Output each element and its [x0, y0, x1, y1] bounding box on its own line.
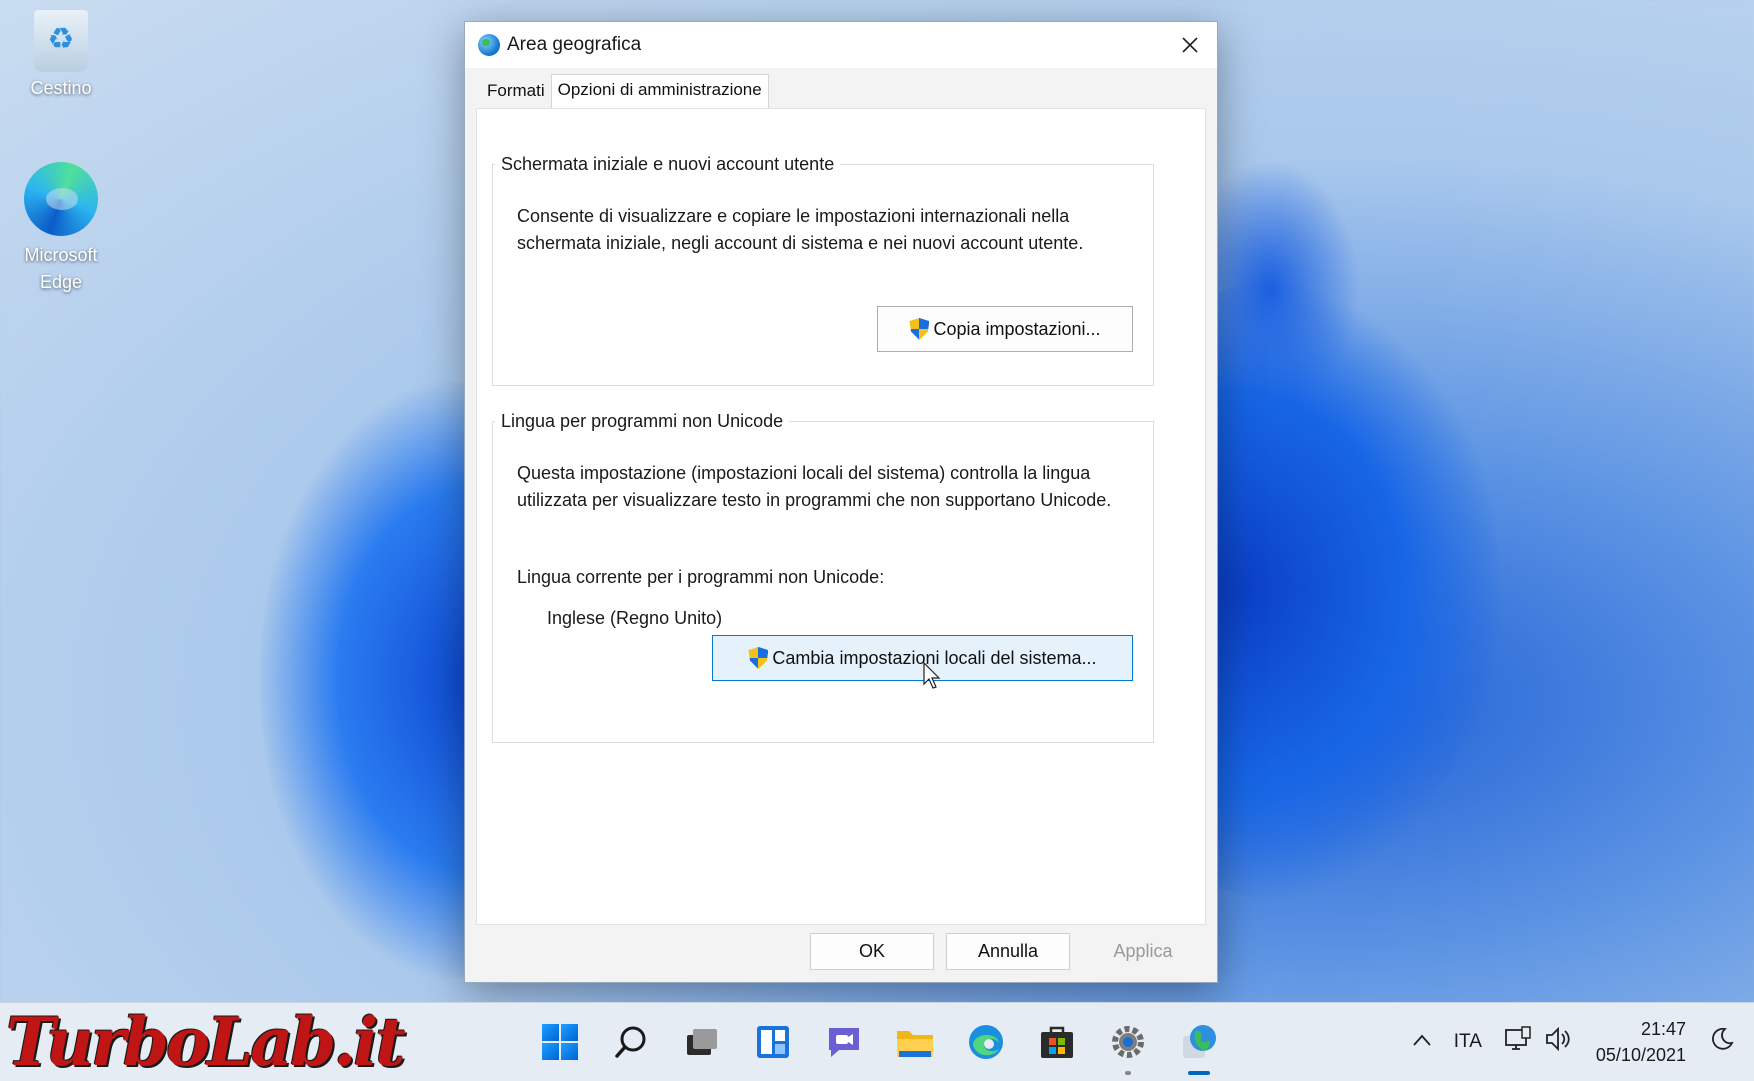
windows-logo-icon	[542, 1024, 578, 1060]
non-unicode-group: Lingua per programmi non Unicode Questa …	[492, 411, 1154, 743]
chat-button[interactable]	[819, 1017, 869, 1067]
task-view-button[interactable]	[677, 1017, 727, 1067]
moon-icon	[1712, 1027, 1734, 1050]
show-hidden-icons-button[interactable]	[1412, 1031, 1432, 1053]
button-label: Copia impostazioni...	[933, 318, 1101, 339]
region-control-panel-button[interactable]	[1174, 1017, 1224, 1075]
folder-icon	[897, 1031, 933, 1057]
file-explorer-button[interactable]	[890, 1017, 940, 1067]
group-legend: Lingua per programmi non Unicode	[501, 411, 784, 431]
close-button[interactable]	[1173, 28, 1207, 62]
dialog-title: Area geografica	[507, 34, 642, 55]
group-legend: Schermata iniziale e nuovi account utent…	[501, 154, 835, 174]
volume-button[interactable]	[1544, 1026, 1574, 1058]
taskbar: TurboLab.it ITA 21:47 05/10/2021	[0, 1002, 1754, 1081]
tab-formati[interactable]: Formati	[481, 75, 551, 108]
apply-button[interactable]: Applica	[1081, 933, 1205, 970]
recycle-bin-icon	[34, 10, 88, 72]
desktop-icon-recycle-bin[interactable]: Cestino	[6, 10, 116, 99]
current-language-value: Inglese (Regno Unito)	[547, 608, 723, 628]
tab-strip: Formati Opzioni di amministrazione	[465, 68, 1217, 108]
welcome-description: Consente di visualizzare e copiare le im…	[517, 206, 1084, 253]
taskbar-apps	[535, 1017, 1245, 1075]
clock[interactable]: 21:47 05/10/2021	[1596, 1016, 1686, 1068]
close-icon	[1182, 37, 1198, 53]
edge-button[interactable]	[961, 1017, 1011, 1067]
desktop-icon-label: Microsoft Edge	[24, 245, 98, 292]
task-view-icon	[687, 1029, 717, 1055]
teams-chat-icon	[829, 1028, 859, 1057]
edge-browser-icon	[969, 1025, 1003, 1059]
tab-panel: Schermata iniziale e nuovi account utent…	[476, 108, 1206, 925]
globe-icon	[478, 34, 500, 56]
search-icon	[615, 1026, 646, 1058]
gear-icon	[1112, 1026, 1144, 1058]
network-button[interactable]	[1504, 1026, 1532, 1058]
cancel-button[interactable]: Annulla	[946, 933, 1070, 970]
settings-button[interactable]	[1103, 1017, 1153, 1075]
turbolab-watermark: TurboLab.it	[6, 1003, 406, 1081]
uac-shield-icon	[748, 647, 769, 669]
clock-time: 21:47	[1640, 1019, 1686, 1039]
uac-shield-icon	[909, 318, 930, 340]
ok-button[interactable]: OK	[810, 933, 934, 970]
store-icon	[1041, 1026, 1073, 1058]
dialog-titlebar[interactable]: Area geografica	[465, 22, 1217, 68]
clock-date: 05/10/2021	[1595, 1045, 1686, 1065]
search-button[interactable]	[606, 1017, 656, 1067]
current-language-label: Lingua corrente per i programmi non Unic…	[517, 567, 885, 587]
mouse-cursor-icon	[923, 662, 941, 689]
chevron-up-icon	[1413, 1034, 1431, 1046]
desktop-icon-label: Cestino	[30, 78, 92, 98]
focus-assist-button[interactable]	[1710, 1027, 1734, 1057]
system-tray: ITA 21:47 05/10/2021	[1412, 1003, 1754, 1081]
desktop-icon-edge[interactable]: Microsoft Edge	[6, 162, 116, 296]
globe-control-panel-icon	[1183, 1025, 1216, 1058]
speaker-icon	[1546, 1026, 1570, 1052]
edge-icon	[24, 162, 98, 236]
welcome-screen-group: Schermata iniziale e nuovi account utent…	[492, 154, 1154, 386]
tab-opzioni-amministrazione[interactable]: Opzioni di amministrazione	[550, 74, 769, 108]
widgets-button[interactable]	[748, 1017, 798, 1067]
start-button[interactable]	[535, 1017, 585, 1067]
region-dialog: Area geografica Formati Opzioni di ammin…	[464, 21, 1218, 983]
input-language-indicator[interactable]: ITA	[1454, 1031, 1482, 1053]
copy-settings-button[interactable]: Copia impostazioni...	[877, 306, 1133, 352]
unicode-description: Questa impostazione (impostazioni locali…	[517, 463, 1112, 510]
store-button[interactable]	[1032, 1017, 1082, 1067]
network-icon	[1505, 1026, 1531, 1050]
widgets-icon	[757, 1026, 789, 1058]
